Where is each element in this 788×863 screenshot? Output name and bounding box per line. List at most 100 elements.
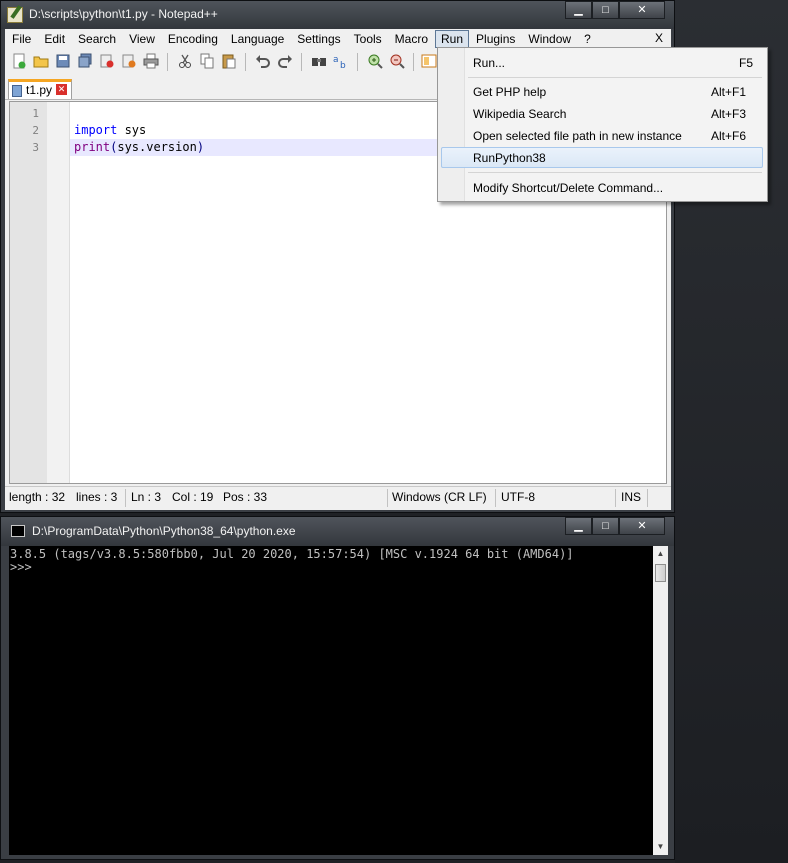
menu-encoding[interactable]: Encoding	[162, 30, 224, 48]
copy-icon[interactable]	[199, 53, 215, 69]
undo-icon[interactable]	[255, 53, 271, 69]
menu-search[interactable]: Search	[72, 30, 122, 48]
menu-plugins[interactable]: Plugins	[470, 30, 521, 48]
menu-view[interactable]: View	[123, 30, 161, 48]
status-ln: Ln : 3	[131, 490, 162, 504]
menu-separator	[468, 77, 762, 78]
open-file-icon[interactable]	[33, 53, 49, 69]
sync-scroll-icon[interactable]	[421, 53, 437, 69]
notepadpp-icon[interactable]	[7, 7, 23, 23]
console-prompt: >>>	[10, 560, 32, 574]
line-number: 2	[32, 124, 39, 137]
console-title: D:\ProgramData\Python\Python38_64\python…	[32, 524, 296, 538]
status-pos: Pos : 33	[223, 490, 268, 504]
zoom-in-icon[interactable]	[367, 53, 383, 69]
status-separator	[125, 489, 126, 507]
scroll-up-icon[interactable]: ▲	[653, 546, 668, 562]
file-icon	[12, 85, 22, 97]
tab-label: t1.py	[26, 83, 53, 97]
status-separator	[647, 489, 648, 507]
console-version-line: 3.8.5 (tags/v3.8.5:580fbb0, Jul 20 2020,…	[10, 547, 574, 561]
replace-icon[interactable]: ab	[333, 53, 349, 69]
menu-macro[interactable]: Macro	[389, 30, 434, 48]
menu-item-run[interactable]: Run... F5	[441, 52, 763, 73]
menu-item-label: Run...	[473, 56, 506, 70]
title-bar[interactable]: D:\scripts\python\t1.py - Notepad++ ▁ □ …	[1, 1, 674, 29]
close-file-icon[interactable]	[99, 53, 115, 69]
menu-item-get-php-help[interactable]: Get PHP help Alt+F1	[441, 81, 763, 102]
menu-help[interactable]: ?	[578, 30, 597, 48]
menu-item-shortcut: Alt+F1	[711, 85, 747, 99]
menu-run[interactable]: Run	[435, 30, 470, 48]
window-title: D:\scripts\python\t1.py - Notepad++	[29, 7, 218, 21]
redo-icon[interactable]	[277, 53, 293, 69]
close-icon[interactable]: ✕	[619, 1, 665, 19]
status-separator	[495, 489, 496, 507]
minimize-icon[interactable]: ▁	[565, 1, 592, 19]
console-icon[interactable]	[11, 525, 25, 537]
line-number: 3	[32, 141, 39, 154]
cut-icon[interactable]	[177, 53, 193, 69]
tab-close-icon[interactable]: ✕	[56, 84, 67, 95]
identifier-sys: sys	[117, 123, 147, 137]
print-icon[interactable]	[143, 53, 159, 69]
console-window-controls: ▁ □ ✕	[565, 517, 665, 536]
menu-item-shortcut: F5	[739, 56, 754, 70]
tab-t1-py[interactable]: t1.py ✕	[8, 79, 72, 99]
maximize-icon[interactable]: □	[592, 1, 619, 19]
close-icon[interactable]: ✕	[619, 517, 665, 535]
console-scrollbar[interactable]: ▲ ▼	[653, 546, 668, 855]
menu-bar: File Edit Search View Encoding Language …	[5, 29, 671, 49]
line-number-gutter: 1 2 3	[10, 102, 47, 483]
menu-file[interactable]: File	[6, 30, 37, 48]
menu-item-runpython38[interactable]: RunPython38	[441, 147, 763, 168]
paren-close: )	[196, 140, 205, 154]
status-eol[interactable]: Windows (CR LF)	[392, 490, 487, 504]
save-all-icon[interactable]	[77, 53, 93, 69]
close-all-icon[interactable]	[121, 53, 137, 69]
status-encoding[interactable]: UTF-8	[501, 490, 535, 504]
menu-separator	[468, 172, 762, 173]
window-controls: ▁ □ ✕	[565, 1, 665, 20]
paste-icon[interactable]	[221, 53, 237, 69]
menu-settings[interactable]: Settings	[291, 30, 346, 48]
run-menu-dropdown: Run... F5 Get PHP help Alt+F1 Wikipedia …	[437, 47, 768, 202]
code-line-3: print(sys.version)	[74, 140, 204, 154]
menu-item-open-selected-path[interactable]: Open selected file path in new instance …	[441, 125, 763, 146]
menu-tools[interactable]: Tools	[348, 30, 388, 48]
line-number: 1	[32, 107, 39, 120]
menu-item-label: Get PHP help	[473, 85, 547, 99]
toolbar-separator	[413, 53, 414, 71]
find-icon[interactable]	[311, 53, 327, 69]
menu-language[interactable]: Language	[225, 30, 290, 48]
menu-item-label: Modify Shortcut/Delete Command...	[473, 181, 664, 195]
svg-text:a: a	[333, 55, 339, 65]
scroll-down-icon[interactable]: ▼	[653, 839, 668, 855]
new-file-icon[interactable]	[11, 53, 27, 69]
keyword-import: import	[74, 123, 118, 137]
minimize-icon[interactable]: ▁	[565, 517, 592, 535]
menu-item-label: RunPython38	[473, 151, 546, 165]
console-output[interactable]: 3.8.5 (tags/v3.8.5:580fbb0, Jul 20 2020,…	[9, 546, 668, 855]
menu-window[interactable]: Window	[522, 30, 577, 48]
menu-item-shortcut: Alt+F6	[711, 129, 747, 143]
menu-item-wikipedia-search[interactable]: Wikipedia Search Alt+F3	[441, 103, 763, 124]
toolbar-separator	[167, 53, 168, 71]
menu-item-modify-shortcut[interactable]: Modify Shortcut/Delete Command...	[441, 177, 763, 198]
scrollbar-thumb[interactable]	[655, 564, 666, 582]
menu-edit[interactable]: Edit	[38, 30, 71, 48]
zoom-out-icon[interactable]	[389, 53, 405, 69]
console-title-bar[interactable]: D:\ProgramData\Python\Python38_64\python…	[1, 517, 674, 546]
identifier-sys-version: sys.version	[117, 140, 197, 154]
save-icon[interactable]	[55, 53, 71, 69]
toolbar-separator	[357, 53, 358, 71]
menu-item-label: Open selected file path in new instance	[473, 129, 682, 143]
toolbar-separator	[245, 53, 246, 71]
toolbar-separator	[301, 53, 302, 71]
status-bar: length : 32 lines : 3 Ln : 3 Col : 19 Po…	[5, 486, 671, 509]
fold-margin[interactable]	[47, 102, 70, 483]
maximize-icon[interactable]: □	[592, 517, 619, 535]
menu-close-doc[interactable]: X	[655, 31, 663, 45]
status-separator	[387, 489, 388, 507]
svg-text:b: b	[340, 61, 346, 69]
